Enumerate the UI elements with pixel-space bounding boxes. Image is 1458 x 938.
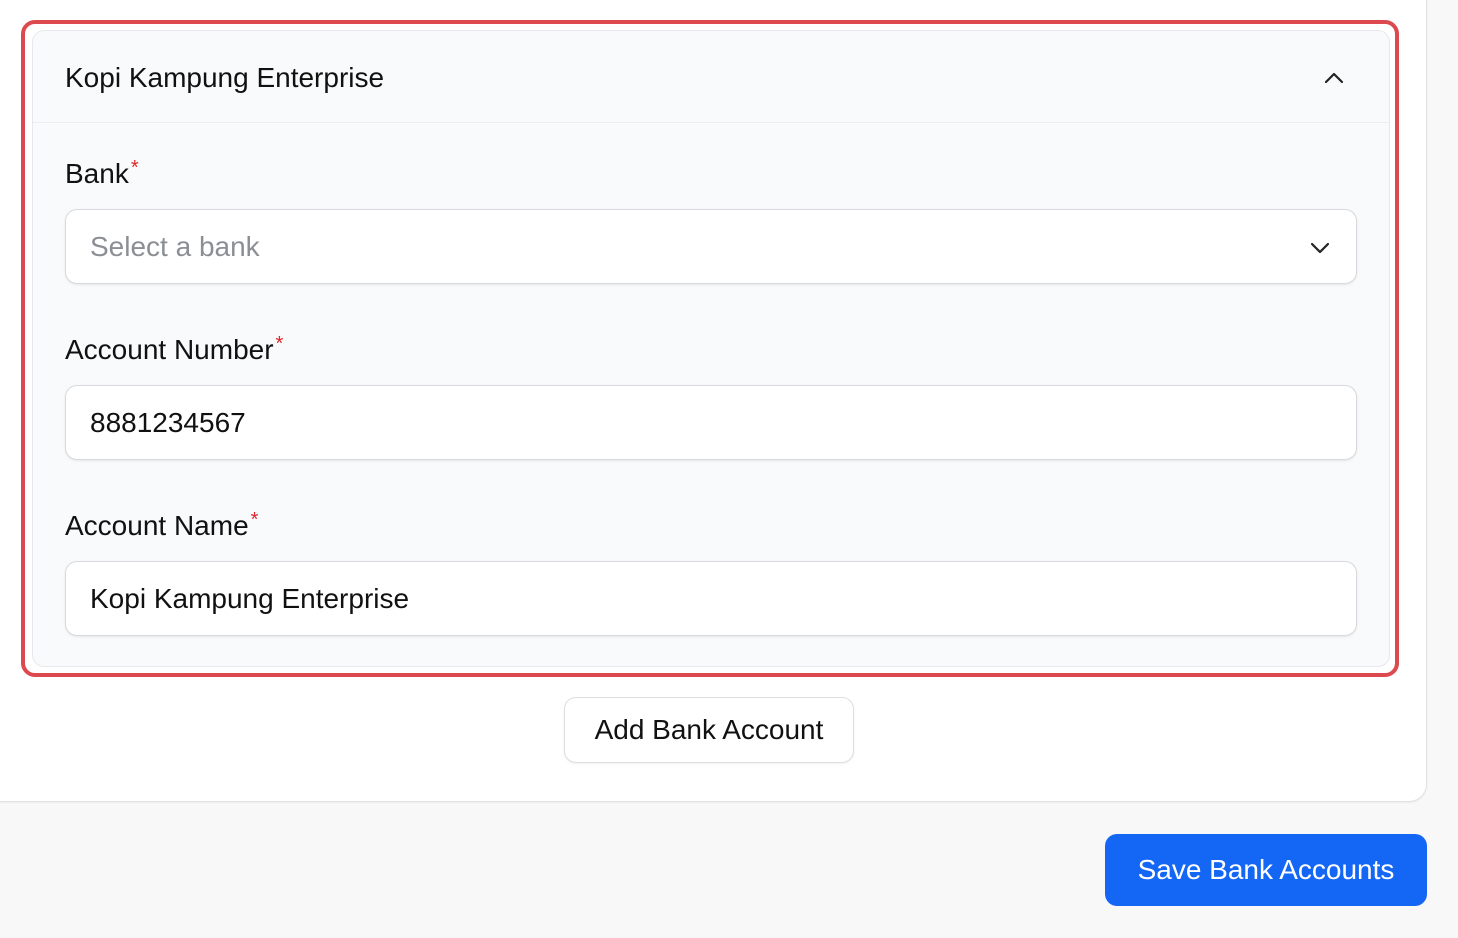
add-bank-account-button[interactable]: Add Bank Account — [564, 697, 854, 763]
save-bank-accounts-button[interactable]: Save Bank Accounts — [1105, 834, 1427, 906]
highlight-frame — [21, 20, 1399, 677]
